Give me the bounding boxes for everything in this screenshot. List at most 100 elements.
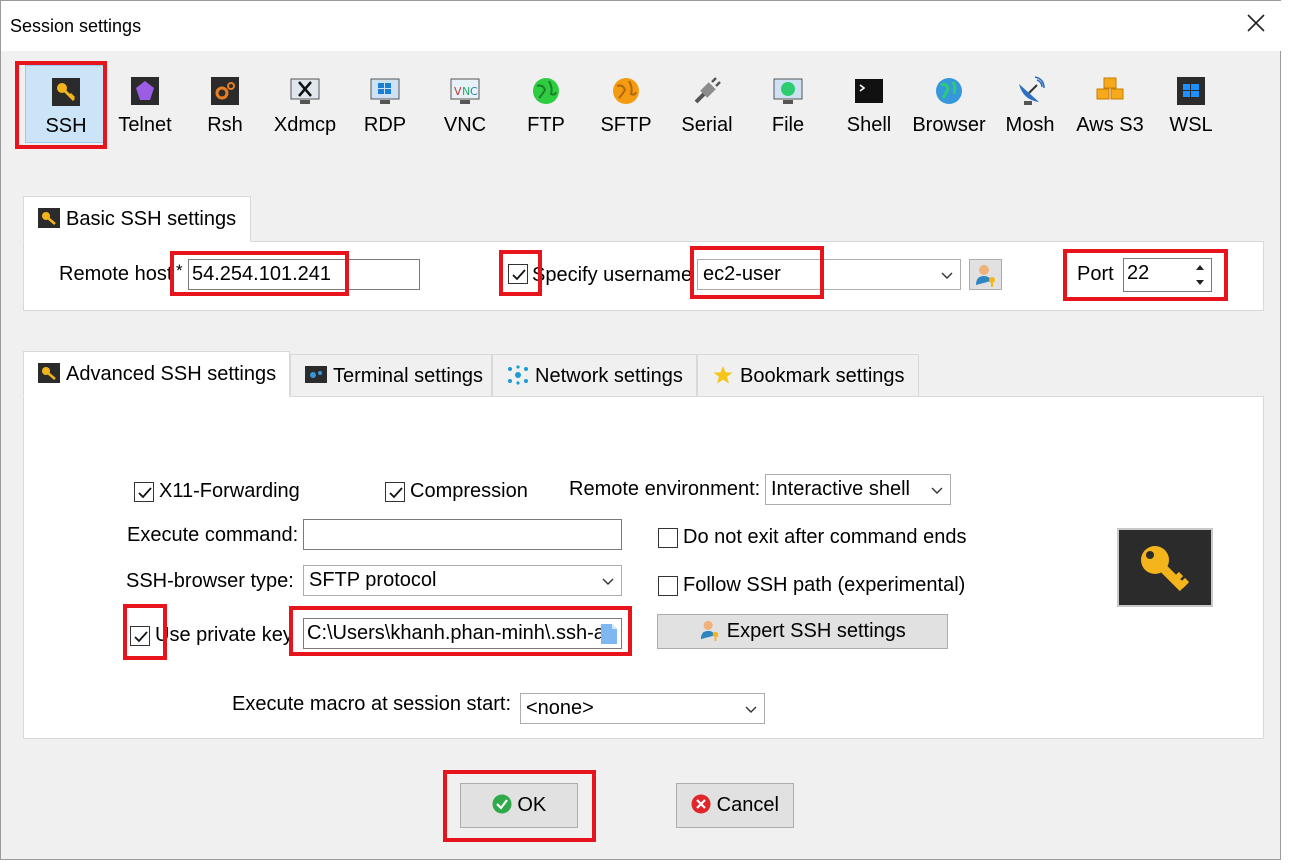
do-not-exit-checkbox[interactable]: [658, 528, 678, 548]
port-label: Port: [1077, 263, 1114, 285]
remote-host-label: Remote host: [59, 263, 173, 285]
remote-environment-label: Remote environment:: [569, 478, 761, 500]
tab-bookmark-settings[interactable]: Bookmark settings: [697, 354, 919, 397]
expert-ssh-settings-label: Expert SSH settings: [726, 620, 906, 642]
session-type-label: Aws S3: [1076, 114, 1144, 136]
session-type-rsh[interactable]: Rsh: [185, 65, 265, 143]
compression-checkbox[interactable]: [385, 482, 405, 502]
file-browse-icon[interactable]: [600, 623, 618, 648]
follow-ssh-path-checkbox[interactable]: [658, 576, 678, 596]
private-key-path-input[interactable]: C:\Users\khanh.phan-minh\.ssh-a: [303, 618, 622, 649]
session-type-file[interactable]: File: [748, 65, 828, 143]
required-mark: *: [176, 261, 183, 280]
cancel-label: Cancel: [716, 794, 779, 816]
use-private-key-checkbox[interactable]: [130, 626, 150, 646]
session-type-label: VNC: [443, 114, 487, 136]
network-icon: [507, 358, 529, 385]
remote-host-input[interactable]: 54.254.101.241: [188, 259, 420, 290]
session-type-shell[interactable]: Shell: [829, 65, 909, 143]
telnet-icon: [130, 76, 160, 106]
session-type-label: Shell: [846, 114, 892, 136]
session-type-aws-s3[interactable]: Aws S3: [1070, 65, 1150, 143]
title-bar: Session settings: [1, 1, 1281, 51]
session-type-serial[interactable]: Serial: [667, 65, 747, 143]
session-type-label: FTP: [527, 114, 565, 136]
close-icon[interactable]: [1244, 12, 1268, 36]
session-type-label: Serial: [681, 114, 733, 136]
basic-settings-panel: Remote host * 54.254.101.241 Specify use…: [23, 241, 1264, 311]
ftp-globe-icon: [531, 76, 561, 106]
cancel-button[interactable]: Cancel: [676, 783, 794, 828]
advanced-settings-panel: X11-Forwarding Compression Remote enviro…: [23, 396, 1264, 739]
specify-username-label: Specify username: [532, 264, 693, 286]
session-type-label: SFTP: [600, 114, 652, 136]
session-type-label: Browser: [912, 114, 986, 136]
use-private-key-label: Use private key: [155, 624, 293, 646]
session-type-label: Rsh: [207, 114, 243, 136]
tab-advanced-ssh-settings[interactable]: Advanced SSH settings: [23, 351, 290, 397]
x11-forwarding-label: X11-Forwarding: [159, 480, 300, 502]
session-type-label: WSL: [1169, 114, 1213, 136]
rdp-icon: [370, 76, 400, 106]
session-type-sftp[interactable]: SFTP: [586, 65, 666, 143]
ssh-key-icon: [51, 77, 81, 107]
remote-environment-select[interactable]: Interactive shell: [765, 474, 951, 505]
ok-label: OK: [517, 794, 547, 816]
tab-label: Network settings: [535, 365, 683, 387]
session-type-label: RDP: [363, 114, 407, 136]
tab-label: Bookmark settings: [740, 365, 905, 387]
session-type-mosh[interactable]: Mosh: [990, 65, 1070, 143]
port-spinner[interactable]: 22: [1123, 258, 1212, 292]
spinner-arrows-icon[interactable]: [1195, 262, 1205, 291]
session-type-ftp[interactable]: FTP: [506, 65, 586, 143]
session-type-label: Mosh: [1005, 114, 1055, 136]
ssh-browser-type-label: SSH-browser type:: [126, 570, 294, 592]
wsl-windows-icon: [1176, 76, 1206, 106]
user-key-icon: [974, 265, 998, 292]
execute-command-label: Execute command:: [127, 524, 299, 546]
session-type-label: SSH: [45, 115, 87, 137]
ssh-key-icon: [38, 355, 60, 383]
session-type-bar: SSH Telnet Rsh Xdmcp RDP V N C VNC FTP S…: [1, 51, 1281, 151]
follow-ssh-path-label: Follow SSH path (experimental): [683, 574, 966, 596]
tab-network-settings[interactable]: Network settings: [492, 354, 697, 397]
x11-forwarding-checkbox[interactable]: [134, 482, 154, 502]
svg-text:V: V: [454, 85, 462, 98]
vnc-icon: VNC: [450, 76, 480, 106]
remote-environment-value: Interactive shell: [771, 478, 910, 500]
session-settings-dialog: Session settings SSH Telnet Rsh Xdmcp RD…: [0, 0, 1281, 860]
ssh-browser-type-select[interactable]: SFTP protocol: [303, 565, 622, 596]
tab-label: Basic SSH settings: [66, 208, 237, 230]
aws-s3-cubes-icon: [1095, 76, 1125, 106]
expert-ssh-settings-button[interactable]: Expert SSH settings: [657, 614, 948, 649]
user-key-icon: [699, 620, 727, 642]
tab-label: Advanced SSH settings: [66, 363, 277, 385]
ssh-key-icon: [38, 200, 60, 228]
session-type-wsl[interactable]: WSL: [1151, 65, 1231, 143]
session-type-rdp[interactable]: RDP: [345, 65, 425, 143]
private-key-path-value: C:\Users\khanh.phan-minh\.ssh-a: [307, 622, 605, 644]
cancel-circle-icon: [691, 794, 717, 816]
execute-command-input[interactable]: [303, 519, 622, 550]
ok-button[interactable]: OK: [460, 783, 578, 828]
session-type-vnc[interactable]: VNC VNC: [425, 65, 505, 143]
session-type-telnet[interactable]: Telnet: [105, 65, 185, 143]
session-type-ssh[interactable]: SSH: [25, 65, 105, 143]
execute-macro-value: <none>: [526, 697, 594, 719]
session-type-browser[interactable]: Browser: [909, 65, 989, 143]
user-manager-button[interactable]: [969, 259, 1002, 290]
username-combo[interactable]: ec2-user: [697, 259, 961, 290]
execute-macro-select[interactable]: <none>: [520, 693, 765, 724]
tab-basic-ssh-settings[interactable]: Basic SSH settings: [23, 196, 251, 242]
sftp-globe-icon: [611, 76, 641, 106]
chevron-down-icon: [744, 694, 758, 723]
session-type-label: File: [771, 114, 805, 136]
tab-terminal-settings[interactable]: Terminal settings: [290, 354, 492, 397]
mosh-satellite-icon: [1015, 76, 1045, 106]
specify-username-checkbox[interactable]: [508, 264, 528, 284]
tab-label: Terminal settings: [333, 365, 484, 387]
session-type-xdmcp[interactable]: Xdmcp: [265, 65, 345, 143]
do-not-exit-label: Do not exit after command ends: [683, 526, 967, 548]
serial-plug-icon: [692, 76, 722, 106]
shell-terminal-icon: [854, 76, 884, 106]
